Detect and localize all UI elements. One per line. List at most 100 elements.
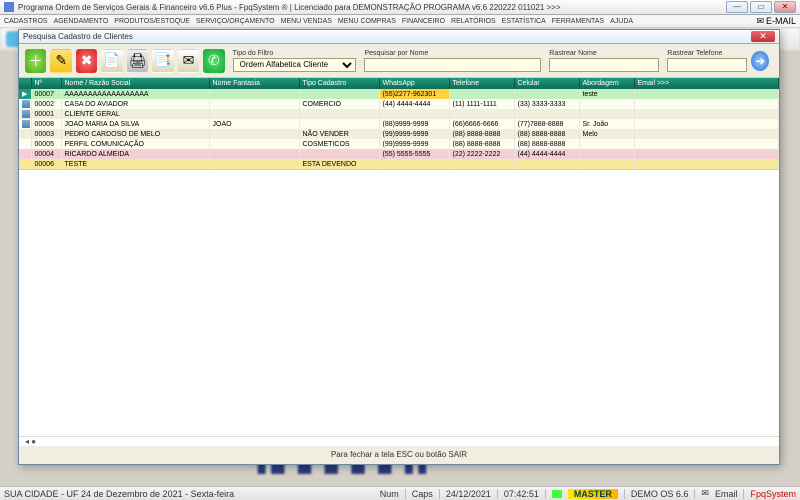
cell-abordagem: [579, 109, 634, 119]
row-marker: ▶: [19, 89, 31, 99]
cell-tipo: COSMETICOS: [299, 139, 379, 149]
cell-telefone: (66)6666-6666: [449, 119, 514, 129]
col-nome[interactable]: Nome / Razão Social: [61, 78, 209, 89]
cell-email: [634, 109, 779, 119]
search-go-button[interactable]: ➔: [751, 51, 769, 71]
table-row[interactable]: 00001 CLIENTE GERAL: [19, 109, 779, 119]
col-num[interactable]: Nº: [31, 78, 61, 89]
cell-abordagem: [579, 159, 634, 169]
track-name-label: Rastrear Nome: [549, 50, 659, 57]
cell-tipo: NÃO VENDER: [299, 129, 379, 139]
cell-email: [634, 159, 779, 169]
cell-nome: JOAO MARIA DA SILVA: [61, 119, 209, 129]
cell-abordagem: teste: [579, 89, 634, 99]
search-name-input[interactable]: [364, 58, 541, 72]
delete-button[interactable]: ✖: [76, 49, 97, 73]
menu-produtos[interactable]: PRODUTOS/ESTOQUE: [114, 18, 190, 25]
app-icon: [4, 2, 14, 12]
status-master: MASTER: [568, 489, 618, 499]
dialog-titlebar: Pesquisa Cadastro de Clientes ✕: [19, 30, 779, 44]
menu-email[interactable]: ✉ E-MAIL: [756, 16, 796, 27]
row-marker: [19, 129, 31, 139]
status-date: 24/12/2021: [446, 489, 491, 499]
cell-celular: [514, 109, 579, 119]
cell-nome: PEDRO CARDOSO DE MELO: [61, 129, 209, 139]
cell-fantasia: [209, 89, 299, 99]
table-row[interactable]: ▶ 00007 AAAAAAAAAAAAAAAAAA (55)2277-9623…: [19, 89, 779, 99]
cell-nome: RICARDO ALMEIDA: [61, 149, 209, 159]
cell-tipo: [299, 89, 379, 99]
table-row[interactable]: 00003 PEDRO CARDOSO DE MELO NÃO VENDER (…: [19, 129, 779, 139]
cell-fantasia: [209, 109, 299, 119]
col-whatsapp[interactable]: WhatsApp: [379, 78, 449, 89]
track-phone-input[interactable]: [667, 58, 747, 72]
row-marker: [19, 109, 31, 119]
menu-financeiro[interactable]: FINANCEIRO: [402, 18, 445, 25]
col-telefone[interactable]: Telefone: [449, 78, 514, 89]
table-row[interactable]: 00006 TESTE ESTA DEVENDO: [19, 159, 779, 169]
cell-whatsapp: (99)9999-9999: [379, 139, 449, 149]
cell-num: 00007: [31, 89, 61, 99]
cell-celular: (33) 3333-3333: [514, 99, 579, 109]
status-brand[interactable]: FpqSystem: [750, 489, 796, 499]
menu-vendas[interactable]: MENU VENDAS: [281, 18, 332, 25]
cell-num: 00004: [31, 149, 61, 159]
minimize-button[interactable]: —: [726, 1, 748, 13]
cell-email: [634, 129, 779, 139]
maximize-button[interactable]: ▭: [750, 1, 772, 13]
cell-fantasia: [209, 139, 299, 149]
cell-telefone: (88) 8888-8888: [449, 139, 514, 149]
cell-num: 00001: [31, 109, 61, 119]
close-button[interactable]: ✕: [774, 1, 796, 13]
cell-tipo: [299, 109, 379, 119]
dialog-close-button[interactable]: ✕: [751, 31, 775, 42]
whatsapp-button[interactable]: ✆: [203, 49, 224, 73]
col-email[interactable]: Email >>>: [634, 78, 779, 89]
menu-servico[interactable]: SERVIÇO/ORÇAMENTO: [196, 18, 275, 25]
filter-type-label: Tipo do Filtro: [233, 50, 357, 57]
cell-num: 00002: [31, 99, 61, 109]
edit-button[interactable]: ✎: [50, 49, 71, 73]
cell-whatsapp: (88)9999-9999: [379, 119, 449, 129]
cell-whatsapp: [379, 109, 449, 119]
track-name-input[interactable]: [549, 58, 659, 72]
menu-ferramentas[interactable]: FERRAMENTAS: [552, 18, 604, 25]
table-row[interactable]: 00005 PERFIL COMUNICAÇÃO COSMETICOS (99)…: [19, 139, 779, 149]
cell-abordagem: [579, 99, 634, 109]
status-email[interactable]: Email: [715, 489, 738, 499]
table-row[interactable]: 00002 CASA DO AVIADOR COMERCIO (44) 4444…: [19, 99, 779, 109]
mail-button[interactable]: ✉: [178, 49, 199, 73]
grid-scroll-indicator[interactable]: ◂ ●: [19, 436, 779, 446]
cell-celular: [514, 159, 579, 169]
menu-cadastros[interactable]: CADASTROS: [4, 18, 48, 25]
col-celular[interactable]: Celular: [514, 78, 579, 89]
cell-celular: (88) 8888-8888: [514, 129, 579, 139]
cell-abordagem: [579, 139, 634, 149]
row-marker: [19, 149, 31, 159]
menu-agendamento[interactable]: AGENDAMENTO: [54, 18, 109, 25]
grid-header-row: Nº Nome / Razão Social Nome Fantasia Tip…: [19, 78, 779, 89]
envelope-icon: ✉: [701, 488, 709, 499]
cell-telefone: [449, 159, 514, 169]
row-marker: [19, 159, 31, 169]
col-fantasia[interactable]: Nome Fantasia: [209, 78, 299, 89]
menu-ajuda[interactable]: AJUDA: [610, 18, 633, 25]
envelope-icon: ✉: [756, 16, 764, 27]
filter-type-select[interactable]: Ordem Alfabetica Cliente: [233, 58, 357, 72]
cell-nome: CLIENTE GERAL: [61, 109, 209, 119]
results-grid[interactable]: Nº Nome / Razão Social Nome Fantasia Tip…: [19, 78, 779, 170]
export-button[interactable]: 📑: [152, 49, 173, 73]
col-abordagem[interactable]: Abordagem: [579, 78, 634, 89]
table-row[interactable]: 00008 JOAO MARIA DA SILVA JOAO (88)9999-…: [19, 119, 779, 129]
print-button[interactable]: 🖨: [127, 49, 148, 73]
report-button[interactable]: 📄: [101, 49, 122, 73]
menu-estatistica[interactable]: ESTATÍSTICA: [502, 18, 546, 25]
add-button[interactable]: ＋: [25, 49, 46, 73]
cell-abordagem: [579, 149, 634, 159]
col-tipo[interactable]: Tipo Cadastro: [299, 78, 379, 89]
menu-relatorios[interactable]: RELATÓRIOS: [451, 18, 496, 25]
menu-compras[interactable]: MENU COMPRAS: [338, 18, 396, 25]
table-row[interactable]: 00004 RICARDO ALMEIDA (55) 5555-5555 (22…: [19, 149, 779, 159]
app-titlebar: Programa Ordem de Serviços Gerais & Fina…: [0, 0, 800, 15]
row-marker: [19, 99, 31, 109]
